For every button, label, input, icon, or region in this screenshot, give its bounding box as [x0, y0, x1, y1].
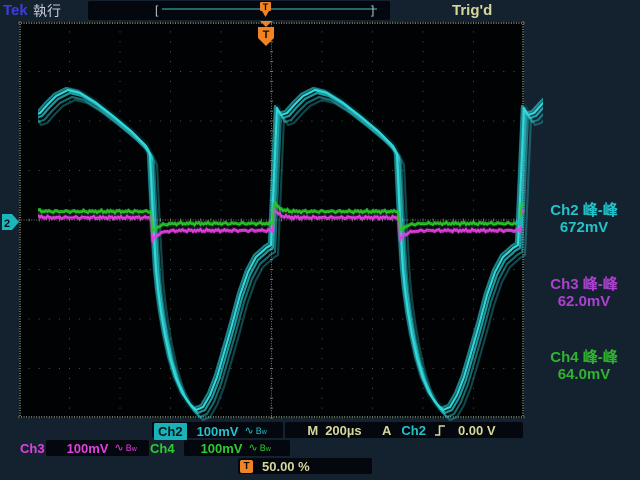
measurement-ch2-value: 672mV [531, 219, 637, 236]
oscilloscope-screen: [ ] T T 2 Tek 執行 Trig'd Ch2 峰-峰 672mV Ch… [0, 0, 640, 480]
trigger-position-readout: T 50.00 % [238, 459, 372, 474]
ch4-channel-label: Ch4 [150, 441, 175, 456]
trigger-position-badge: T [240, 460, 253, 473]
measurement-ch3-title: Ch3 峰-峰 [531, 276, 637, 293]
measurement-ch4-title: Ch4 峰-峰 [531, 349, 637, 366]
graticule-background [19, 22, 524, 418]
measurement-ch3: Ch3 峰-峰 62.0mV [531, 276, 637, 310]
ch3-coupling-icons: ∿ Bw [114, 443, 136, 454]
ch3-channel-label: Ch3 [20, 441, 45, 456]
timebase-value: 200µs [325, 423, 361, 438]
timebase-readout: M 200µs [285, 423, 384, 438]
ch2-coupling-icons: ∿ Bw [244, 426, 266, 437]
bandwidth-limit-icon: Bw [260, 444, 271, 454]
ch2-ground-marker-label: 2 [4, 218, 10, 230]
measurement-ch2-title: Ch2 峰-峰 [531, 202, 637, 219]
ac-coupling-icon: ∿ [244, 426, 253, 437]
ch2-readout: Ch2 100mV ∿ Bw [152, 423, 283, 440]
trigger-readout: A Ch2 0.00 V [376, 423, 523, 438]
ch2-scale: 100mV [197, 424, 239, 439]
trigger-source: Ch2 [401, 423, 426, 438]
bandwidth-limit-icon: Bw [126, 444, 137, 454]
ch2-ground-marker: 2 [2, 214, 19, 230]
ch3-scale: 100mV [67, 441, 109, 456]
bandwidth-limit-icon: Bw [256, 427, 267, 437]
trigger-level: 0.00 V [458, 423, 496, 438]
ch4-coupling-icons: ∿ Bw [248, 443, 270, 454]
record-view-box [88, 1, 390, 20]
trigger-system-label: A [382, 423, 391, 438]
trigger-status: Trig'd [452, 3, 492, 18]
measurement-ch3-value: 62.0mV [531, 293, 637, 310]
ch3-readout: Ch3 100mV ∿ Bw [20, 441, 137, 456]
timebase-label: M [307, 423, 318, 438]
ac-coupling-icon: ∿ [248, 443, 257, 454]
ch4-readout: Ch4 100mV ∿ Bw [150, 441, 271, 456]
ac-coupling-icon: ∿ [114, 443, 123, 454]
measurement-ch4-value: 64.0mV [531, 366, 637, 383]
ch4-scale: 100mV [201, 441, 243, 456]
ch2-channel-badge: Ch2 [154, 423, 187, 440]
ch2-ground-marker-arrow [2, 214, 19, 230]
measurement-ch4: Ch4 峰-峰 64.0mV [531, 349, 637, 383]
measurement-ch2: Ch2 峰-峰 672mV [531, 202, 637, 236]
rising-edge-icon [434, 424, 446, 437]
acquisition-status: 執行 [33, 4, 61, 18]
tek-logo: Tek [3, 3, 28, 18]
trigger-position-value: 50.00 % [262, 459, 310, 474]
